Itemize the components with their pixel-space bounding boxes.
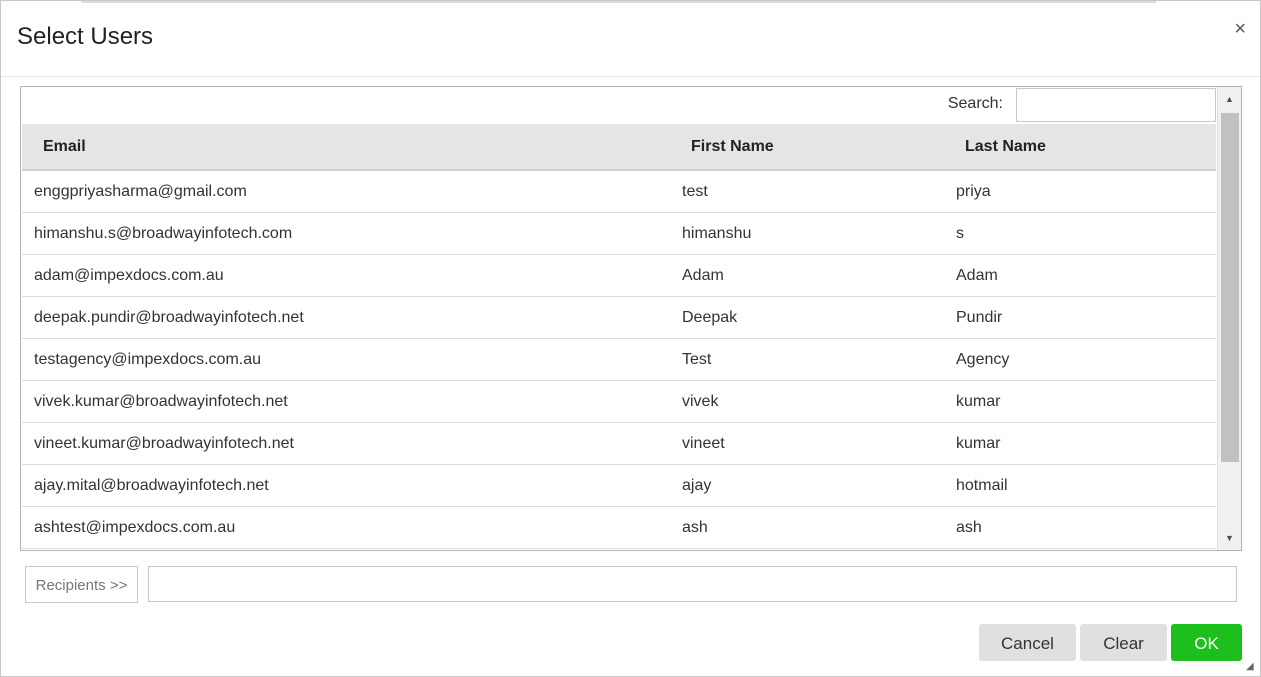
- cell-last-name: kumar: [944, 380, 1216, 423]
- table-row[interactable]: ajay.mital@broadwayinfotech.net ajay hot…: [22, 464, 1216, 507]
- clear-button[interactable]: Clear: [1080, 624, 1167, 661]
- cell-last-name: Pundir: [944, 296, 1216, 339]
- users-table: Email First Name Last Name enggpriyashar…: [22, 124, 1216, 549]
- table-row[interactable]: ashtest@impexdocs.com.au ash ash: [22, 506, 1216, 549]
- recipients-field[interactable]: [148, 566, 1237, 602]
- table-row[interactable]: testagency@impexdocs.com.au Test Agency: [22, 338, 1216, 381]
- cell-email: ajay.mital@broadwayinfotech.net: [22, 464, 670, 507]
- search-label: Search:: [947, 95, 1003, 112]
- cell-first-name: vivek: [670, 380, 944, 423]
- dialog-header: Select Users ×: [1, 1, 1260, 77]
- scroll-thumb[interactable]: [1221, 113, 1239, 462]
- cell-first-name: ajay: [670, 464, 944, 507]
- scroll-up-arrow-icon[interactable]: ▲: [1218, 89, 1241, 109]
- cell-last-name: ash: [944, 506, 1216, 549]
- dialog-title: Select Users: [17, 23, 154, 50]
- column-header-first-name[interactable]: First Name: [670, 124, 944, 171]
- search-row: Search:: [21, 87, 1216, 124]
- cell-email: testagency@impexdocs.com.au: [22, 338, 670, 381]
- cell-email: himanshu.s@broadwayinfotech.com: [22, 212, 670, 255]
- cell-email: ashtest@impexdocs.com.au: [22, 506, 670, 549]
- cell-email: enggpriyasharma@gmail.com: [22, 170, 670, 213]
- users-grid: Search: Email First Name Last Name enggp…: [20, 86, 1242, 551]
- vertical-scrollbar[interactable]: ▲ ▼: [1217, 87, 1241, 550]
- cell-last-name: hotmail: [944, 464, 1216, 507]
- close-icon[interactable]: ×: [1234, 17, 1246, 41]
- resize-handle-icon[interactable]: ◢: [1246, 662, 1256, 672]
- recipients-button[interactable]: Recipients >>: [25, 566, 138, 603]
- cell-email: vivek.kumar@broadwayinfotech.net: [22, 380, 670, 423]
- cell-first-name: test: [670, 170, 944, 213]
- cell-first-name: Deepak: [670, 296, 944, 339]
- cell-email: vineet.kumar@broadwayinfotech.net: [22, 422, 670, 465]
- cancel-button[interactable]: Cancel: [979, 624, 1076, 661]
- cell-last-name: Adam: [944, 254, 1216, 297]
- cell-first-name: himanshu: [670, 212, 944, 255]
- column-header-email[interactable]: Email: [22, 124, 670, 171]
- cell-last-name: Agency: [944, 338, 1216, 381]
- cell-first-name: Test: [670, 338, 944, 381]
- cell-email: adam@impexdocs.com.au: [22, 254, 670, 297]
- cell-first-name: ash: [670, 506, 944, 549]
- cell-last-name: s: [944, 212, 1216, 255]
- table-row[interactable]: vineet.kumar@broadwayinfotech.net vineet…: [22, 422, 1216, 465]
- cell-email: deepak.pundir@broadwayinfotech.net: [22, 296, 670, 339]
- cell-first-name: Adam: [670, 254, 944, 297]
- search-input[interactable]: [1016, 88, 1216, 122]
- cell-last-name: priya: [944, 170, 1216, 213]
- cell-last-name: kumar: [944, 422, 1216, 465]
- table-row[interactable]: enggpriyasharma@gmail.com test priya: [22, 170, 1216, 213]
- table-row[interactable]: deepak.pundir@broadwayinfotech.net Deepa…: [22, 296, 1216, 339]
- select-users-dialog: Select Users × Search: Email First Name …: [0, 0, 1261, 677]
- table-row[interactable]: adam@impexdocs.com.au Adam Adam: [22, 254, 1216, 297]
- table-row[interactable]: himanshu.s@broadwayinfotech.com himanshu…: [22, 212, 1216, 255]
- cell-first-name: vineet: [670, 422, 944, 465]
- table-header-row: Email First Name Last Name: [22, 124, 1216, 171]
- scroll-down-arrow-icon[interactable]: ▼: [1218, 528, 1241, 548]
- column-header-last-name[interactable]: Last Name: [944, 124, 1216, 171]
- table-row[interactable]: vivek.kumar@broadwayinfotech.net vivek k…: [22, 380, 1216, 423]
- ok-button[interactable]: OK: [1171, 624, 1242, 661]
